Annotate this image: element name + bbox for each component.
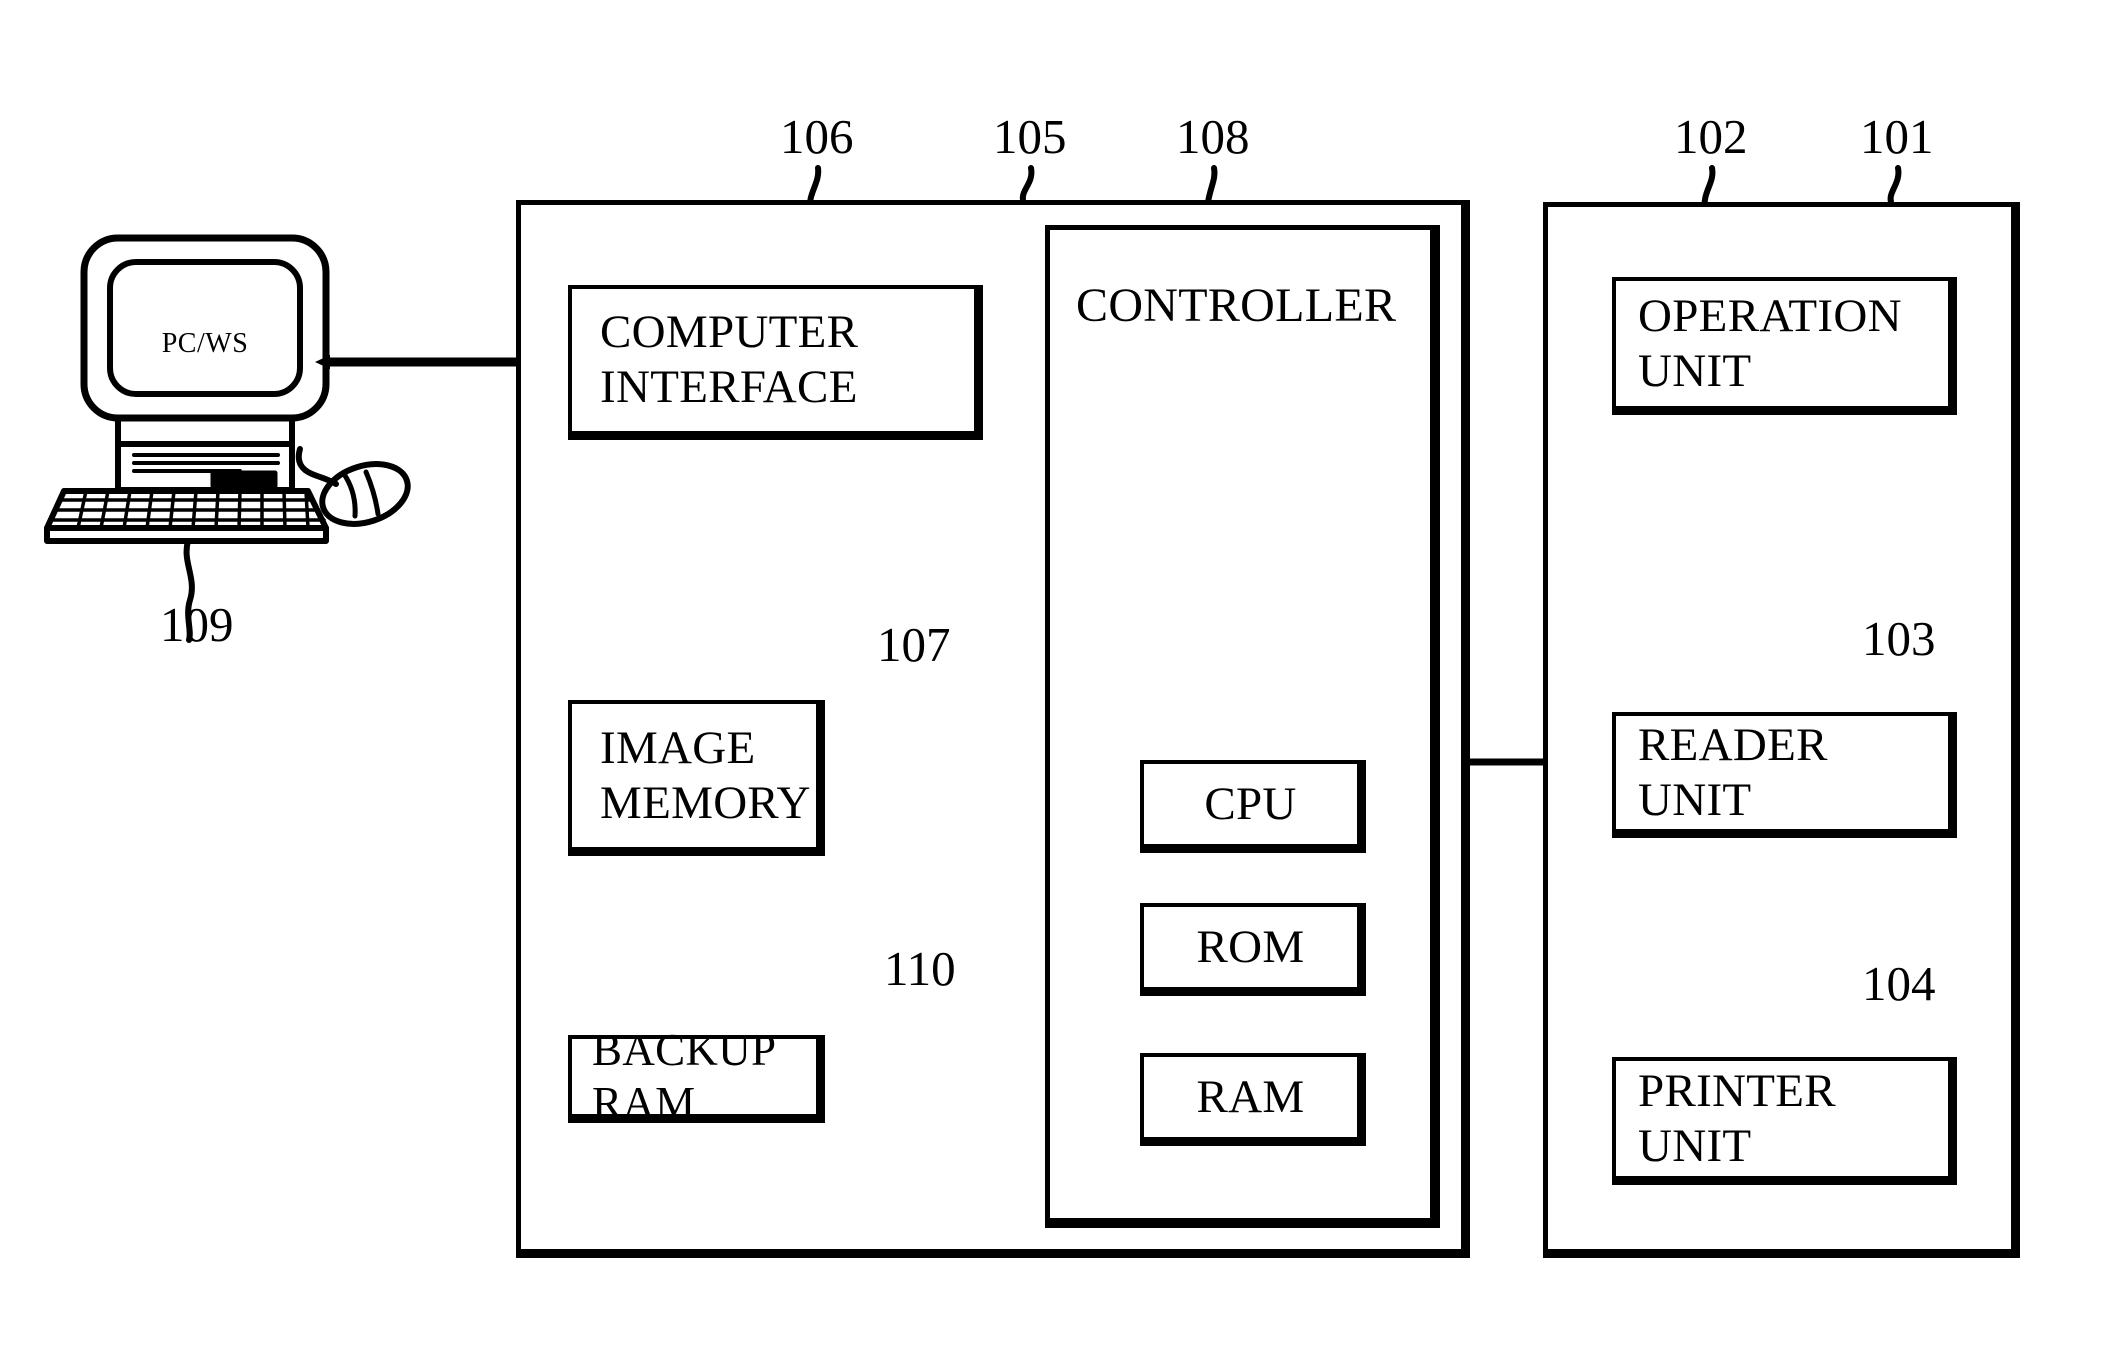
leader-101: [1887, 165, 1902, 205]
operation-unit-label: OPERATION UNIT: [1638, 289, 1902, 397]
ref-number-102: 102: [1674, 109, 1748, 164]
operation-unit-block[interactable]: OPERATION UNIT: [1612, 277, 1957, 415]
ref-number-106: 106: [780, 109, 854, 164]
ref-number-107: 107: [877, 617, 951, 672]
controller-label: CONTROLLER: [1076, 279, 1397, 332]
ref-number-103: 103: [1862, 611, 1936, 666]
ref-number-104: 104: [1862, 956, 1936, 1011]
backup-ram-label: BACKUP RAM: [592, 1025, 775, 1128]
patent-figure-canvas: PC/WS COMPUTER INTERFACE IMAGE MEMORY BA…: [0, 0, 2126, 1352]
ref-number-105: 105: [993, 109, 1067, 164]
ref-number-109: 109: [160, 597, 234, 652]
rom-label: ROM: [1196, 920, 1305, 973]
cpu-label: CPU: [1204, 777, 1297, 830]
computer-interface-label: COMPUTER INTERFACE: [600, 306, 859, 413]
pc-workstation-icon: [44, 234, 411, 544]
ref-number-110: 110: [884, 941, 956, 996]
leader-105: [1019, 165, 1035, 203]
pcws-screen-label: PC/WS: [161, 328, 249, 359]
computer-interface-block[interactable]: COMPUTER INTERFACE: [568, 285, 983, 440]
image-memory-label: IMAGE MEMORY: [600, 721, 811, 829]
ref-number-108: 108: [1176, 109, 1250, 164]
reader-unit-block[interactable]: READER UNIT: [1612, 712, 1957, 838]
printer-unit-label: PRINTER UNIT: [1638, 1064, 1836, 1172]
ref-number-101: 101: [1860, 109, 1934, 164]
backup-ram-block[interactable]: BACKUP RAM: [568, 1025, 825, 1128]
ram-block[interactable]: RAM: [1140, 1053, 1366, 1146]
rom-block[interactable]: ROM: [1140, 903, 1366, 996]
cpu-block[interactable]: CPU: [1140, 760, 1366, 853]
reader-unit-label: READER UNIT: [1638, 718, 1828, 826]
image-memory-block[interactable]: IMAGE MEMORY: [568, 700, 825, 856]
printer-unit-block[interactable]: PRINTER UNIT: [1612, 1057, 1957, 1185]
ram-label: RAM: [1196, 1070, 1305, 1123]
